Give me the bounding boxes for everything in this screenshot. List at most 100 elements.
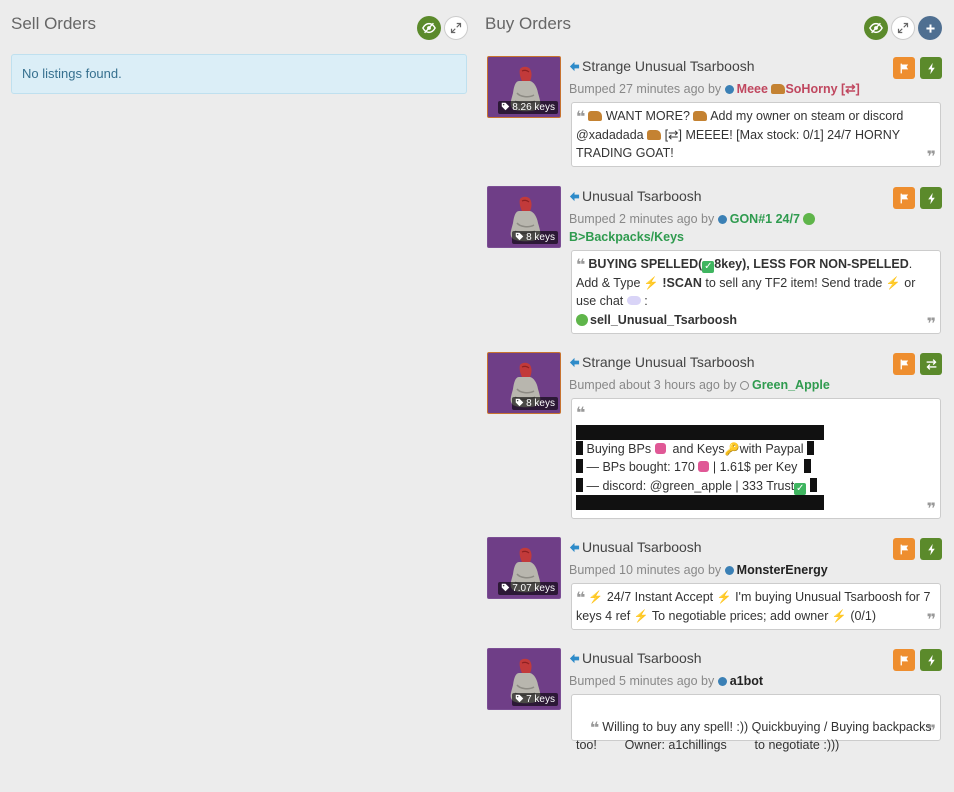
item-thumbnail[interactable]: 7 keys: [487, 648, 561, 710]
item-title[interactable]: Unusual Tsarboosh: [569, 539, 702, 555]
listing-comment: ❝ Buying BPs and Keys🔑with Paypal — BPs …: [571, 398, 941, 519]
add-buy-order-button[interactable]: [918, 16, 942, 40]
item-thumbnail[interactable]: 8.26 keys: [487, 56, 561, 118]
flag-icon: [898, 62, 911, 75]
listing-item: 8.26 keys Strange Unusual Tsarboosh Bump…: [487, 56, 942, 168]
quote-close-icon: ❞: [926, 498, 936, 518]
instant-trade-button[interactable]: [920, 187, 942, 209]
report-button[interactable]: [893, 187, 915, 209]
comment-text: — discord: @green_apple | 333 Trust: [586, 478, 795, 493]
sell-hide-button[interactable]: [417, 16, 441, 40]
tag-icon: [515, 694, 524, 703]
quote-close-icon: ❞: [926, 146, 936, 166]
goat-icon: [693, 111, 708, 121]
price-value: 8 keys: [526, 398, 555, 409]
quote-open-icon: ❝: [589, 717, 600, 737]
comment-text: BUYING SPELLED(: [588, 257, 703, 271]
eye-slash-icon: [869, 21, 883, 35]
user-name-suffix: SoHorny [⇄]: [785, 82, 860, 96]
black-bar-decoration: [576, 495, 824, 510]
instant-trade-button[interactable]: [920, 649, 942, 671]
user-link[interactable]: MonsterEnergy: [737, 563, 828, 577]
comment-text: | 1.61$ per Key: [712, 460, 798, 474]
quote-open-icon: ❝: [576, 255, 586, 274]
goat-icon: [647, 129, 662, 140]
key-icon: 🔑: [724, 441, 740, 456]
item-title[interactable]: Unusual Tsarboosh: [569, 188, 702, 204]
report-button[interactable]: [893, 538, 915, 560]
price-value: 8 keys: [526, 232, 555, 243]
check-icon: ✓: [794, 482, 807, 495]
listing-item: 7.07 keys Unusual Tsarboosh Bumped 10 mi…: [487, 537, 942, 632]
comment-text: , LESS FOR NON-SPELLED: [746, 257, 909, 271]
lightning-icon: [925, 62, 938, 75]
comment-text: !SCAN: [662, 275, 702, 290]
listing-item: 8 keys Unusual Tsarboosh Bumped 2 minute…: [487, 186, 942, 336]
comment-text: sell_Unusual_Tsarboosh: [590, 312, 738, 327]
trade-offer-button[interactable]: [920, 353, 942, 375]
user-link[interactable]: a1bot: [730, 674, 763, 688]
bumped-text: Bumped about 3 hours ago by: [569, 378, 737, 392]
sell-expand-button[interactable]: [444, 16, 468, 40]
arrow-left-icon: [569, 542, 580, 553]
listing-item: 8 keys Strange Unusual Tsarboosh Bumped …: [487, 352, 942, 522]
lightning-emoji-icon: ⚡: [643, 275, 659, 290]
item-thumbnail[interactable]: 8 keys: [487, 352, 561, 414]
quote-close-icon: ❞: [926, 720, 936, 740]
quote-open-icon: ❝: [576, 588, 586, 607]
report-button[interactable]: [893, 649, 915, 671]
status-dot-icon: [717, 677, 727, 686]
arrow-left-icon: [569, 357, 580, 368]
instant-trade-button[interactable]: [920, 538, 942, 560]
bumped-text: Bumped 5 minutes ago by: [569, 674, 715, 688]
status-ring-icon: [739, 381, 749, 390]
bumped-info: Bumped 2 minutes ago by GON#1 24/7 B>Back…: [569, 210, 941, 246]
lightning-emoji-icon: ⚡: [588, 590, 604, 604]
flag-icon: [898, 192, 911, 205]
comment-text: Buying BPs: [586, 441, 652, 456]
expand-icon: [897, 22, 909, 34]
comment-text: To negotiable prices; add owner: [651, 608, 829, 623]
quote-open-icon: ❝: [576, 107, 586, 126]
exchange-icon: [925, 358, 938, 371]
quote-close-icon: ❞: [926, 609, 936, 629]
user-link[interactable]: Meee SoHorny [⇄]: [737, 82, 860, 96]
listing-comment: ❝ ⚡ 24/7 Instant Accept ⚡ I'm buying Unus…: [571, 583, 941, 630]
item-name: Strange Unusual Tsarboosh: [582, 58, 755, 74]
instant-trade-button[interactable]: [920, 57, 942, 79]
report-button[interactable]: [893, 57, 915, 79]
item-thumbnail[interactable]: 7.07 keys: [487, 537, 561, 599]
tag-icon: [501, 102, 510, 111]
comment-text: and Keys: [672, 441, 725, 456]
plus-icon: [924, 22, 937, 35]
comment-text: :: [644, 294, 648, 308]
lightning-emoji-icon: ⚡: [831, 608, 847, 623]
buy-hide-button[interactable]: [864, 16, 888, 40]
black-block: [807, 440, 815, 455]
user-name: Meee: [736, 82, 768, 96]
goat-icon: [771, 84, 786, 94]
lightning-icon: [925, 192, 938, 205]
buy-orders-title: Buy Orders: [485, 14, 571, 33]
black-block: [804, 459, 812, 473]
item-title[interactable]: Strange Unusual Tsarboosh: [569, 354, 755, 370]
lightning-icon: [925, 654, 938, 667]
comment-line: — discord: @green_apple | 333 Trust ✓: [576, 477, 934, 496]
green-circle-icon: [802, 213, 815, 225]
item-title[interactable]: Unusual Tsarboosh: [569, 650, 702, 666]
tag-icon: [515, 398, 524, 407]
comment-text: 8key): [714, 257, 747, 271]
eye-slash-icon: [422, 21, 436, 35]
report-button[interactable]: [893, 353, 915, 375]
lightning-icon: [925, 543, 938, 556]
item-name: Strange Unusual Tsarboosh: [582, 354, 755, 370]
expand-icon: [450, 22, 462, 34]
price-value: 7 keys: [526, 694, 555, 705]
user-link[interactable]: Green_Apple: [752, 378, 830, 392]
item-thumbnail[interactable]: 8 keys: [487, 186, 561, 248]
item-name: Unusual Tsarboosh: [582, 650, 702, 666]
buy-expand-button[interactable]: [891, 16, 915, 40]
item-title[interactable]: Strange Unusual Tsarboosh: [569, 58, 755, 74]
comment-text: Willing to buy any spell! :)) Quickbuyin…: [576, 719, 936, 753]
bumped-info: Bumped 27 minutes ago by Meee SoHorny [⇄…: [569, 80, 941, 98]
